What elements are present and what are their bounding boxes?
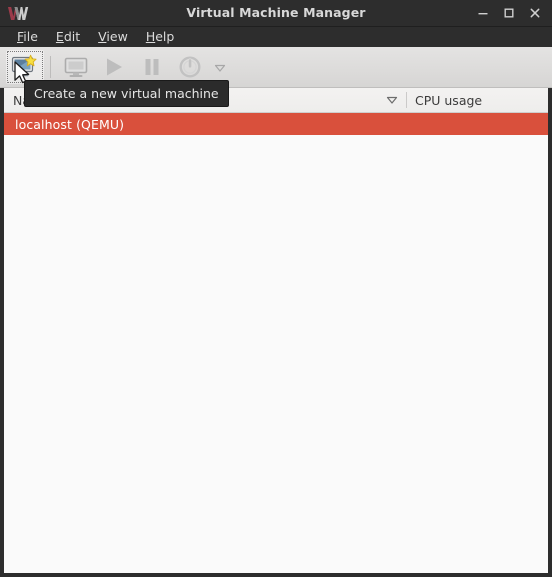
list-item[interactable]: localhost (QEMU) [4,113,548,135]
pause-icon [140,55,164,79]
menu-edit-rest: dit [63,29,81,44]
connection-list: localhost (QEMU) [4,113,548,573]
menu-edit-accel: E [55,29,64,44]
column-header-cpu-usage-label: CPU usage [415,92,483,108]
play-icon [102,55,126,79]
maximize-button[interactable] [496,0,522,26]
menu-item-help[interactable]: Help [137,27,184,47]
menu-file-rest: ile [23,29,38,44]
minimize-button[interactable] [470,0,496,26]
menu-item-file[interactable]: File [8,27,47,47]
toolbar-overflow-button[interactable] [209,50,231,84]
sort-descending-arrow-icon[interactable] [386,88,398,113]
virtual-machine-manager-window: Virtual Machine Manager File Edit View H… [0,0,552,577]
menu-bar: File Edit View Help [0,27,552,47]
window-controls [470,0,548,26]
close-button[interactable] [522,0,548,26]
column-header-cpu-usage[interactable]: CPU usage [407,88,548,113]
tooltip: Create a new virtual machine [24,80,229,107]
menu-view-rest: iew [106,29,128,44]
menu-item-edit[interactable]: Edit [47,27,89,47]
monitor-icon [63,55,89,79]
menu-help-accel: H [145,29,156,44]
monitor-with-star-icon [11,54,39,80]
shutdown-vm-button[interactable] [171,50,209,84]
menu-item-view[interactable]: View [89,27,137,47]
toolbar-separator [50,56,51,78]
new-vm-button[interactable] [6,50,44,84]
menu-help-rest: elp [155,29,175,44]
chevron-down-icon [214,58,226,77]
list-item-label: localhost (QEMU) [15,116,125,132]
open-vm-button[interactable] [57,50,95,84]
power-icon [177,54,203,80]
run-vm-button[interactable] [95,50,133,84]
title-bar[interactable]: Virtual Machine Manager [0,0,552,27]
pause-vm-button[interactable] [133,50,171,84]
